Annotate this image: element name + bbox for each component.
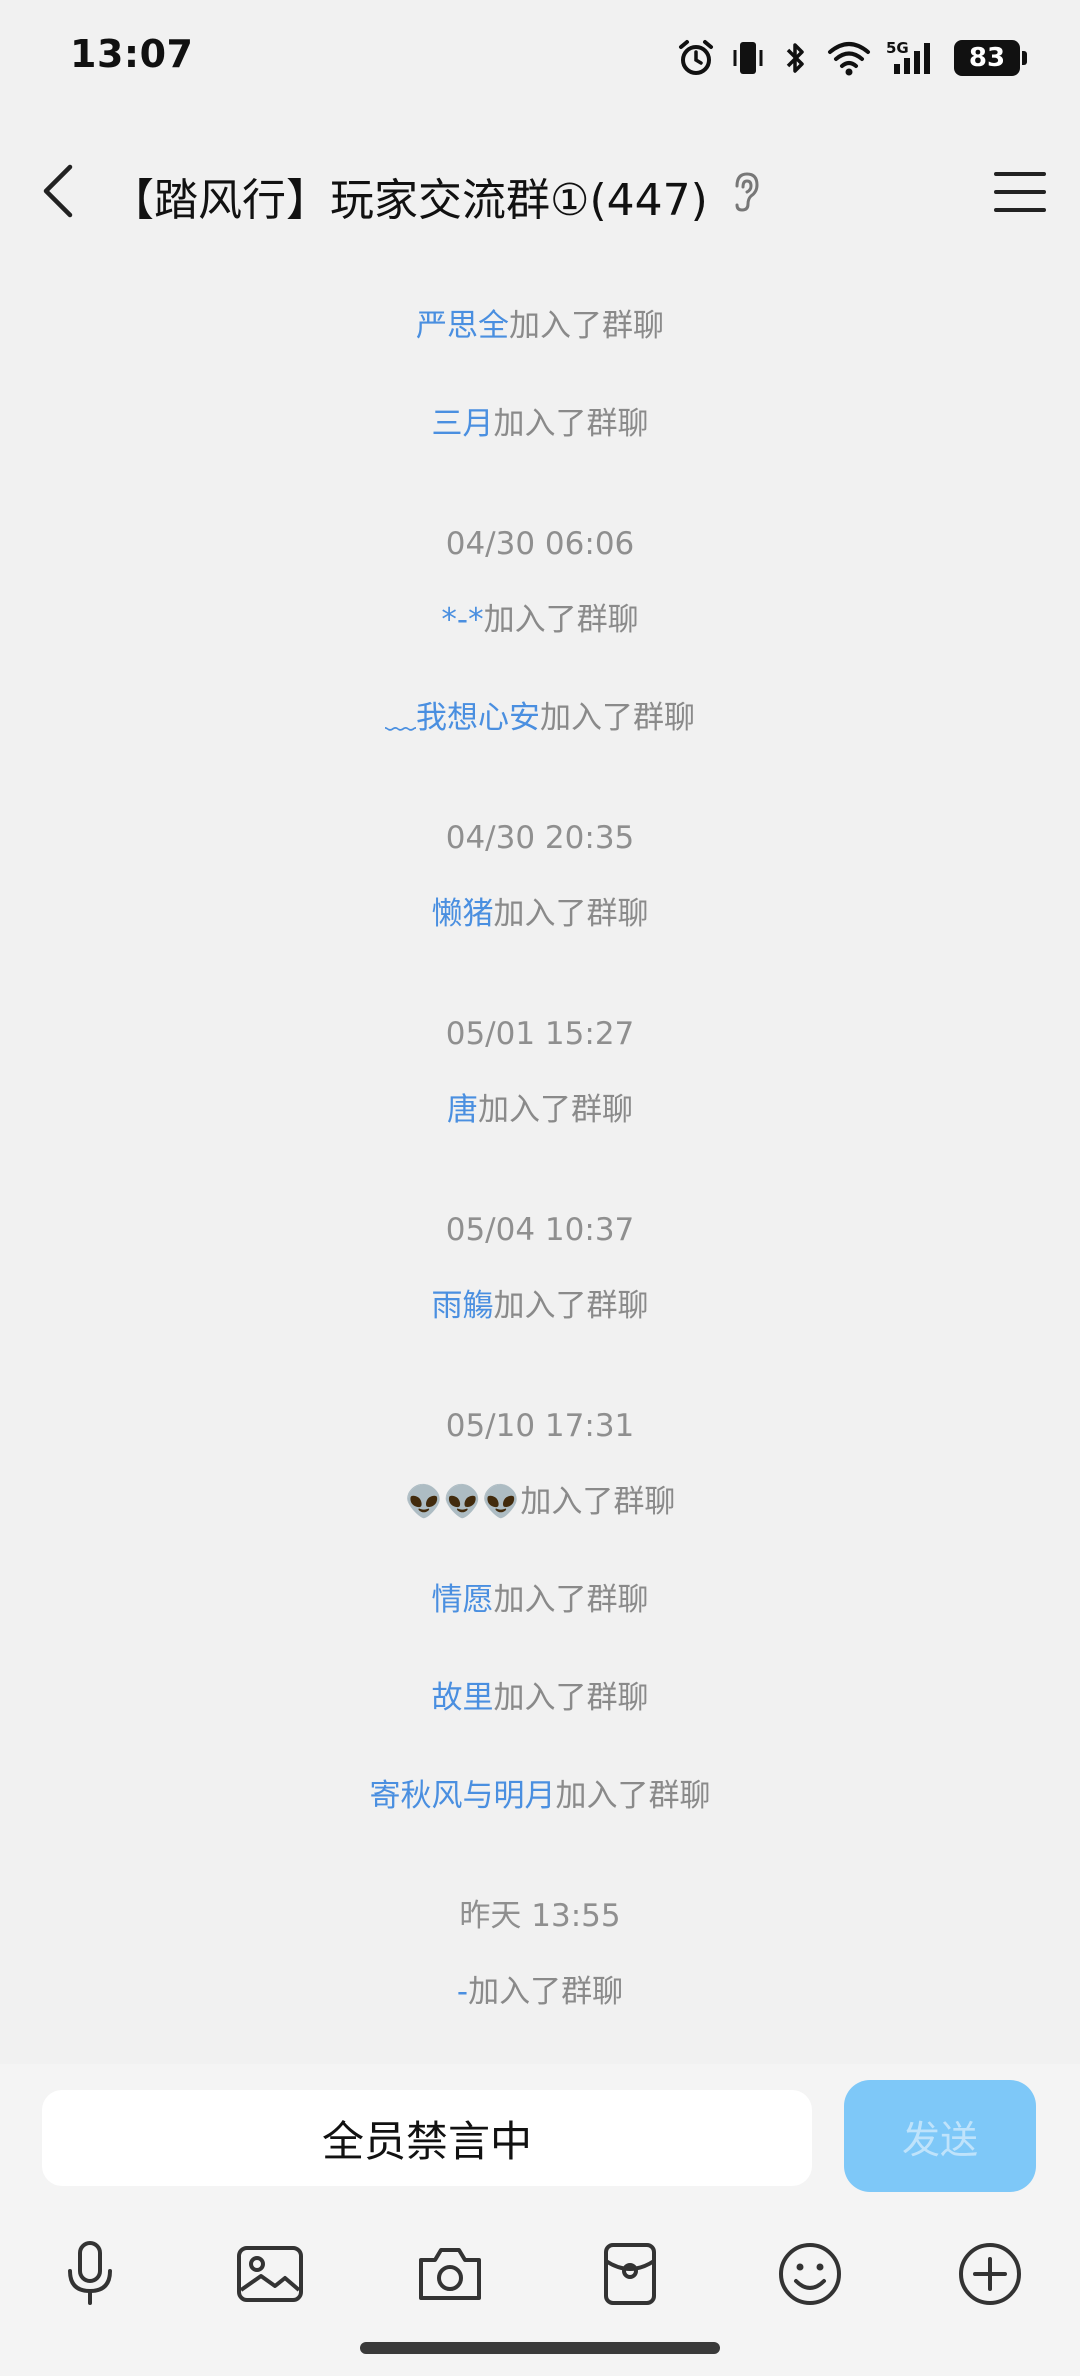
- member-name[interactable]: 故里: [432, 1680, 494, 1716]
- status-icons: 5G 83: [676, 36, 1027, 80]
- system-message: 严思全加入了群聊: [416, 308, 664, 344]
- status-bar: 13:07 5G 83: [0, 0, 1080, 120]
- system-message: ﹏我想心安加入了群聊: [385, 700, 695, 736]
- svg-text:5G: 5G: [886, 39, 909, 57]
- member-name[interactable]: 👽👽👽: [405, 1484, 521, 1520]
- timestamp: 05/10 17:31: [445, 1408, 635, 1444]
- emoji-icon: [779, 2243, 841, 2305]
- member-name[interactable]: 雨觴: [432, 1288, 494, 1324]
- timestamp: 04/30 20:35: [445, 820, 635, 856]
- bluetooth-icon: [786, 43, 804, 73]
- more-button[interactable]: [950, 2234, 1030, 2314]
- vibrate-icon: [733, 42, 763, 74]
- home-indicator[interactable]: [360, 2342, 720, 2354]
- camera-icon: [419, 2248, 481, 2300]
- emoji-button[interactable]: [770, 2234, 850, 2314]
- system-message: -加入了群聊: [456, 1974, 624, 2010]
- red-packet-icon: [604, 2243, 656, 2305]
- member-name[interactable]: 情愿: [432, 1582, 494, 1618]
- system-message: 雨觴加入了群聊: [431, 1288, 649, 1324]
- red-packet-button[interactable]: [590, 2234, 670, 2314]
- member-name[interactable]: *-*: [441, 602, 483, 638]
- menu-button[interactable]: [988, 160, 1052, 224]
- member-name[interactable]: -: [457, 1974, 468, 2010]
- member-name[interactable]: ﹏我想心安: [385, 700, 540, 736]
- ear-icon[interactable]: [728, 170, 764, 214]
- message-input[interactable]: 全员禁言中: [42, 2090, 812, 2186]
- chat-header: 【踏风行】玩家交流群①(447): [0, 140, 1080, 240]
- image-button[interactable]: [230, 2234, 310, 2314]
- input-toolbar: [0, 2224, 1080, 2324]
- voice-button[interactable]: [50, 2234, 130, 2314]
- timestamp: 昨天 13:55: [459, 1898, 621, 1934]
- member-name[interactable]: 三月: [432, 406, 494, 442]
- input-area: 全员禁言中 发送: [0, 2064, 1080, 2376]
- member-name[interactable]: 寄秋风与明月: [370, 1778, 556, 1814]
- battery-indicator: 83: [954, 40, 1027, 76]
- system-message: 故里加入了群聊: [431, 1680, 649, 1716]
- system-message: 👽👽👽加入了群聊: [404, 1484, 676, 1520]
- send-button[interactable]: 发送: [844, 2080, 1036, 2192]
- member-name[interactable]: 唐: [447, 1092, 478, 1128]
- back-button[interactable]: [28, 156, 88, 226]
- system-message: 寄秋风与明月加入了群聊: [369, 1778, 711, 1814]
- hamburger-menu-icon: [994, 172, 1046, 212]
- image-icon: [237, 2246, 303, 2302]
- plus-icon: [959, 2243, 1021, 2305]
- system-message: 三月加入了群聊: [431, 406, 649, 442]
- camera-button[interactable]: [410, 2234, 490, 2314]
- system-message: 情愿加入了群聊: [431, 1582, 649, 1618]
- member-name[interactable]: 懒猪: [432, 896, 494, 932]
- timestamp: 04/30 06:06: [445, 526, 635, 562]
- system-message: 唐加入了群聊: [447, 1092, 633, 1128]
- chevron-left-icon: [43, 164, 73, 218]
- timestamp: 05/01 15:27: [445, 1016, 635, 1052]
- timestamp: 05/04 10:37: [445, 1212, 635, 1248]
- member-name[interactable]: 严思全: [416, 308, 509, 344]
- alarm-icon: [679, 40, 713, 75]
- system-message: *-*加入了群聊: [441, 602, 639, 638]
- signal-5g-icon: 5G: [886, 39, 930, 74]
- system-message: 懒猪加入了群聊: [431, 896, 649, 932]
- wifi-icon: [828, 42, 870, 76]
- mic-icon: [68, 2241, 112, 2305]
- group-title[interactable]: 【踏风行】玩家交流群①(447): [110, 164, 708, 228]
- status-time: 13:07: [70, 32, 194, 76]
